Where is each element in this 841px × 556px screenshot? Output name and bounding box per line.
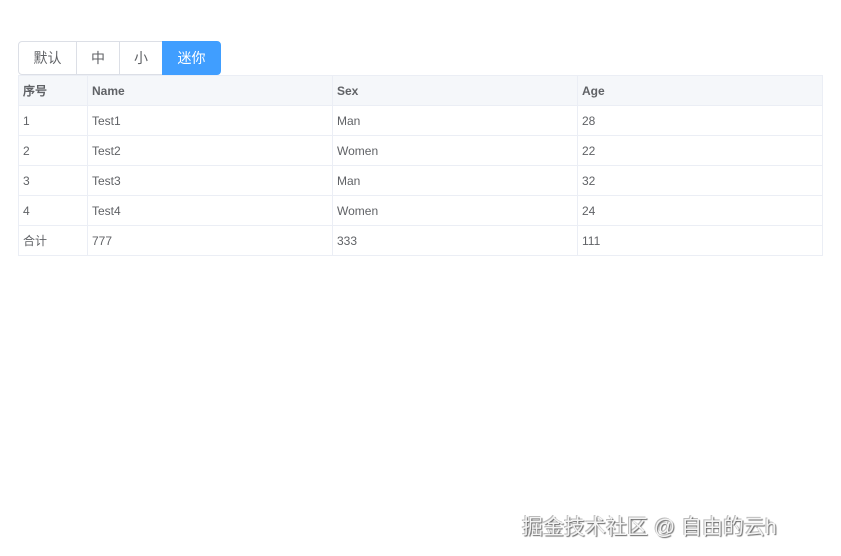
size-button-group: 默认 中 小 迷你 [18,41,221,75]
size-small-button[interactable]: 小 [119,41,163,75]
table-row: 1 Test1 Man 28 [18,105,823,136]
cell-sex: Man [332,165,578,196]
cell-age: 32 [577,165,823,196]
table-row: 2 Test2 Women 22 [18,135,823,166]
size-mini-button[interactable]: 迷你 [162,41,221,75]
cell-index: 3 [18,165,88,196]
size-default-button[interactable]: 默认 [18,41,77,75]
table-summary-row: 合计 777 333 111 [18,225,823,256]
header-age[interactable]: Age [577,75,823,106]
table-row: 3 Test3 Man 32 [18,165,823,196]
cell-name: 777 [87,225,333,256]
header-sex[interactable]: Sex [332,75,578,106]
cell-index: 4 [18,195,88,226]
cell-sex: Women [332,195,578,226]
cell-name: Test2 [87,135,333,166]
table-header-row: 序号 Name Sex Age [18,75,823,106]
cell-age: 24 [577,195,823,226]
cell-index: 2 [18,135,88,166]
cell-age: 22 [577,135,823,166]
cell-index: 1 [18,105,88,136]
cell-index: 合计 [18,225,88,256]
cell-name: Test4 [87,195,333,226]
table-row: 4 Test4 Women 24 [18,195,823,226]
cell-age: 111 [577,225,823,256]
watermark: 掘金技术社区 @ 自由的云h [522,516,777,539]
header-index[interactable]: 序号 [18,75,88,106]
header-name[interactable]: Name [87,75,333,106]
cell-name: Test1 [87,105,333,136]
cell-age: 28 [577,105,823,136]
cell-sex: Women [332,135,578,166]
cell-sex: 333 [332,225,578,256]
cell-sex: Man [332,105,578,136]
data-table: 序号 Name Sex Age 1 Test1 Man 28 2 Test2 Women 22… [18,75,823,256]
cell-name: Test3 [87,165,333,196]
size-medium-button[interactable]: 中 [76,41,120,75]
